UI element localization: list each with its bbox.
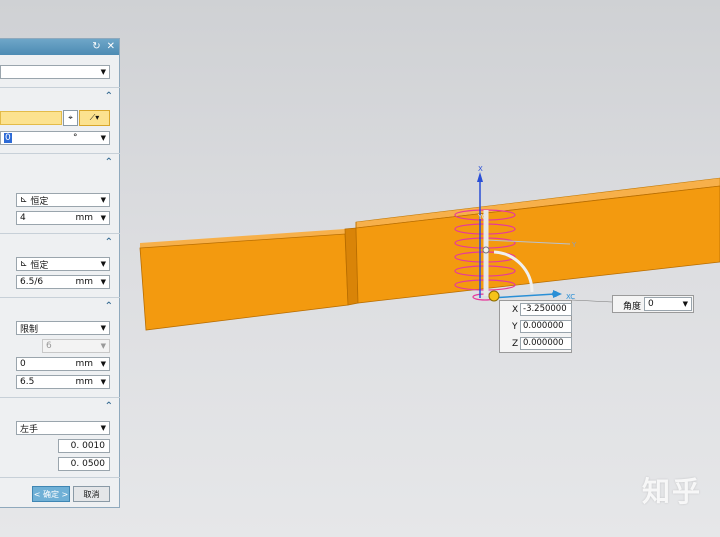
divider bbox=[0, 477, 120, 478]
x-label: X bbox=[512, 305, 519, 315]
z-label: Z bbox=[512, 339, 519, 349]
watermark: 知乎 bbox=[642, 475, 703, 508]
leader-line bbox=[571, 299, 613, 303]
length-method-value: 限制 bbox=[20, 324, 39, 335]
diameter-law-select[interactable]: ⊾ 恒定 ▼ bbox=[16, 193, 110, 207]
chevron-down-icon: ▼ bbox=[100, 68, 106, 76]
diameter-value: 4 bbox=[20, 213, 26, 223]
csys-icon: ⌖ bbox=[68, 113, 73, 122]
chevron-down-icon: ▼ bbox=[100, 260, 106, 268]
y-coordinate-field[interactable]: 0.000000 bbox=[520, 320, 572, 333]
angle-tolerance-value: 0. 0500 bbox=[70, 459, 105, 469]
pitch-value: 6.5/6 bbox=[20, 277, 44, 287]
pitch-law-value: 恒定 bbox=[30, 260, 49, 271]
pitch-value-field[interactable]: 6.5/6 mm ▼ bbox=[16, 275, 110, 289]
chevron-down-icon: ▼ bbox=[100, 134, 106, 142]
angle-popup-field[interactable]: 0 ▼ bbox=[644, 297, 692, 311]
axis-label-yc: YC bbox=[477, 213, 487, 221]
divider bbox=[0, 233, 120, 234]
y-label: Y bbox=[512, 322, 518, 332]
start-limit-value: 0 bbox=[20, 359, 26, 369]
angle-value: 0 bbox=[4, 133, 12, 143]
reset-icon[interactable]: ↻ bbox=[92, 39, 100, 55]
distance-tolerance-field[interactable]: 0. 0010 bbox=[58, 439, 110, 453]
x-value: -3.250000 bbox=[523, 304, 567, 314]
collapse-diameter-icon[interactable]: ⌃ bbox=[105, 157, 113, 168]
collapse-length-icon[interactable]: ⌃ bbox=[105, 301, 113, 312]
z-value: 0.000000 bbox=[523, 338, 564, 348]
end-limit-field[interactable]: 6.5 mm ▼ bbox=[16, 375, 110, 389]
start-limit-field[interactable]: 0 mm ▼ bbox=[16, 357, 110, 371]
csys-dialog-button[interactable]: ⌖ bbox=[63, 110, 78, 126]
law-icon: ⊾ bbox=[20, 259, 31, 269]
chevron-down-icon: ▼ bbox=[100, 196, 106, 204]
close-icon[interactable]: ✕ bbox=[107, 39, 115, 55]
cancel-label: 取消 bbox=[83, 489, 100, 499]
axis-label-y: Y bbox=[571, 241, 577, 249]
length-method-select[interactable]: 限制 ▼ bbox=[16, 321, 110, 335]
handedness-select[interactable]: 左手 ▼ bbox=[16, 421, 110, 435]
angle-tolerance-field[interactable]: 0. 0500 bbox=[58, 457, 110, 471]
turns-value: 6 bbox=[46, 341, 52, 351]
divider bbox=[0, 297, 120, 298]
chevron-down-icon: ▼ bbox=[100, 214, 106, 222]
distance-tolerance-value: 0. 0010 bbox=[70, 441, 105, 451]
divider bbox=[0, 153, 120, 154]
axis-label-x: X bbox=[478, 165, 483, 173]
chevron-down-icon: ▼ bbox=[100, 378, 106, 386]
ok-button[interactable]: < 确定 > bbox=[32, 486, 70, 502]
handedness-value: 左手 bbox=[20, 424, 39, 435]
angle-popup-value: 0 bbox=[648, 299, 654, 309]
z-coordinate-field[interactable]: 0.000000 bbox=[520, 337, 572, 350]
csys-type-button[interactable]: ⟋▾ bbox=[79, 110, 110, 126]
diameter-unit: mm bbox=[75, 213, 93, 223]
pitch-law-select[interactable]: ⊾ 恒定 ▼ bbox=[16, 257, 110, 271]
type-select[interactable]: ▼ bbox=[0, 65, 110, 79]
divider bbox=[0, 397, 120, 398]
collapse-pitch-icon[interactable]: ⌃ bbox=[105, 237, 113, 248]
divider bbox=[0, 87, 120, 88]
x-coordinate-field[interactable]: -3.250000 bbox=[520, 303, 572, 316]
chevron-down-icon: ▼ bbox=[100, 424, 106, 432]
coordinate-popup: X -3.250000 Y 0.000000 Z 0.000000 bbox=[499, 300, 572, 353]
angle-field[interactable]: 0 ° ▼ bbox=[0, 131, 110, 145]
chevron-down-icon: ▼ bbox=[682, 300, 688, 308]
chevron-down-icon: ▼ bbox=[100, 278, 106, 286]
turns-field: 6 ▼ bbox=[42, 339, 110, 353]
pitch-unit: mm bbox=[75, 277, 93, 287]
helix-dialog: ↻ ✕ ▼ ⌃ ⌖ ⟋▾ 0 ° ▼ ⌃ ⊾ 恒定 ▼ 4 mm ▼ ⌃ ⊾ 恒… bbox=[0, 38, 120, 508]
end-limit-value: 6.5 bbox=[20, 377, 35, 387]
start-limit-unit: mm bbox=[75, 359, 93, 369]
end-limit-unit: mm bbox=[75, 377, 93, 387]
y-value: 0.000000 bbox=[523, 321, 564, 331]
angle-popup-label: 角度 bbox=[623, 302, 642, 312]
chevron-down-icon: ▼ bbox=[100, 360, 106, 368]
dialog-titlebar: ↻ ✕ bbox=[0, 39, 119, 55]
csys-input[interactable] bbox=[0, 111, 62, 125]
diameter-value-field[interactable]: 4 mm ▼ bbox=[16, 211, 110, 225]
part-face-left-front bbox=[139, 233, 349, 331]
ok-label: < 确定 > bbox=[33, 489, 69, 499]
law-icon: ⊾ bbox=[20, 195, 31, 205]
collapse-orientation-icon[interactable]: ⌃ bbox=[105, 91, 113, 102]
csys-type-icon: ⟋▾ bbox=[89, 113, 100, 122]
collapse-settings-icon[interactable]: ⌃ bbox=[105, 401, 113, 412]
chevron-down-icon: ▼ bbox=[100, 342, 106, 350]
angle-popup: 角度 0 ▼ bbox=[612, 295, 694, 313]
diameter-law-value: 恒定 bbox=[30, 196, 49, 207]
cancel-button[interactable]: 取消 bbox=[73, 486, 110, 502]
angle-unit: ° bbox=[73, 133, 78, 143]
chevron-down-icon: ▼ bbox=[100, 324, 106, 332]
